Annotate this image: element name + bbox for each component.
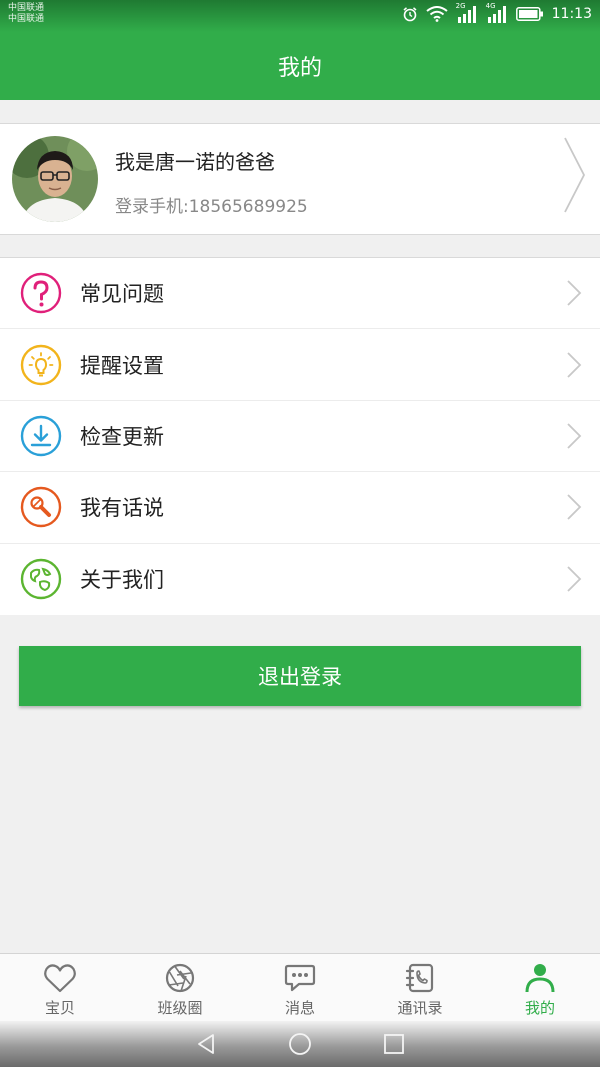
tab-contacts[interactable]: 通讯录 — [360, 954, 480, 1021]
menu-item-check-update[interactable]: 检查更新 — [0, 401, 600, 473]
status-indicators: 2G 4G 11:13 — [402, 2, 592, 23]
wifi-icon — [426, 6, 448, 22]
chevron-right-icon — [567, 566, 582, 592]
tab-label: 班级圈 — [157, 999, 203, 1017]
logout-button[interactable]: 退出登录 — [19, 646, 581, 706]
menu-item-feedback[interactable]: 我有话说 — [0, 472, 600, 544]
chevron-right-icon — [567, 423, 582, 449]
profile-name: 我是唐一诺的爸爸 — [115, 150, 275, 174]
aperture-icon — [165, 963, 195, 993]
carrier-label-2: 中国联通 — [8, 14, 45, 24]
heart-icon — [44, 964, 76, 993]
tab-baby[interactable]: 宝贝 — [0, 954, 120, 1021]
page-title: 我的 — [277, 56, 322, 81]
avatar-photo — [12, 136, 98, 222]
lightbulb-icon — [20, 344, 62, 385]
title-bar: 我的 — [0, 32, 600, 100]
bottom-tab-bar: 宝贝 班级圈 消息 通讯录 我的 — [0, 953, 600, 1021]
tab-mine[interactable]: 我的 — [480, 954, 600, 1021]
avatar[interactable] — [12, 136, 98, 222]
person-icon — [525, 964, 555, 993]
status-time: 11:13 — [551, 6, 592, 22]
signal-bars-icon — [457, 6, 476, 23]
chevron-right-icon — [567, 351, 582, 378]
alarm-icon — [403, 7, 417, 22]
download-icon — [20, 415, 62, 457]
profile-phone: 登录手机:18565689925 — [115, 197, 308, 217]
microphone-icon — [20, 487, 62, 528]
status-bar: 中国联通 中国联通 2G 4G 11:13 — [0, 0, 600, 32]
tab-label: 通讯录 — [397, 999, 443, 1017]
tab-class-circle[interactable]: 班级圈 — [120, 954, 240, 1021]
menu-item-reminder-settings[interactable]: 提醒设置 — [0, 329, 600, 401]
battery-icon — [515, 7, 543, 21]
menu-label-about-us: 关于我们 — [80, 568, 164, 593]
carrier-info: 中国联通 中国联通 — [8, 3, 44, 25]
menu-item-faq[interactable]: 常见问题 — [0, 258, 600, 330]
menu-item-about-us[interactable]: 关于我们 — [0, 544, 600, 615]
signal-2g: 2G — [456, 2, 478, 23]
tab-label: 消息 — [284, 999, 315, 1017]
menu-label-check-update: 检查更新 — [80, 424, 164, 449]
chevron-right-icon — [567, 280, 582, 306]
chat-bubble-icon — [284, 964, 316, 992]
signal-bars-icon — [487, 6, 506, 23]
globe-icon — [20, 559, 62, 600]
system-nav-bar — [0, 1021, 600, 1067]
contacts-book-icon — [405, 963, 434, 993]
carrier-label-1: 中国联通 — [8, 3, 45, 13]
home-circle-icon[interactable] — [288, 1032, 312, 1056]
chevron-right-icon — [567, 494, 582, 520]
signal-4g: 4G — [486, 2, 508, 23]
menu-label-faq: 常见问题 — [80, 282, 164, 307]
question-icon — [20, 272, 62, 314]
recents-square-icon[interactable] — [382, 1032, 406, 1056]
tab-messages[interactable]: 消息 — [240, 954, 360, 1021]
tab-label: 我的 — [524, 999, 555, 1017]
profile-card[interactable]: 我是唐一诺的爸爸 登录手机:18565689925 — [0, 123, 600, 235]
menu-label-feedback: 我有话说 — [80, 496, 164, 521]
menu-label-reminder-settings: 提醒设置 — [80, 353, 164, 378]
back-triangle-icon[interactable] — [194, 1032, 218, 1056]
tab-label: 宝贝 — [44, 999, 75, 1017]
chevron-right-icon — [564, 137, 586, 213]
settings-menu: 常见问题 提醒设置 检查更新 我有话说 关于我们 — [0, 257, 600, 615]
